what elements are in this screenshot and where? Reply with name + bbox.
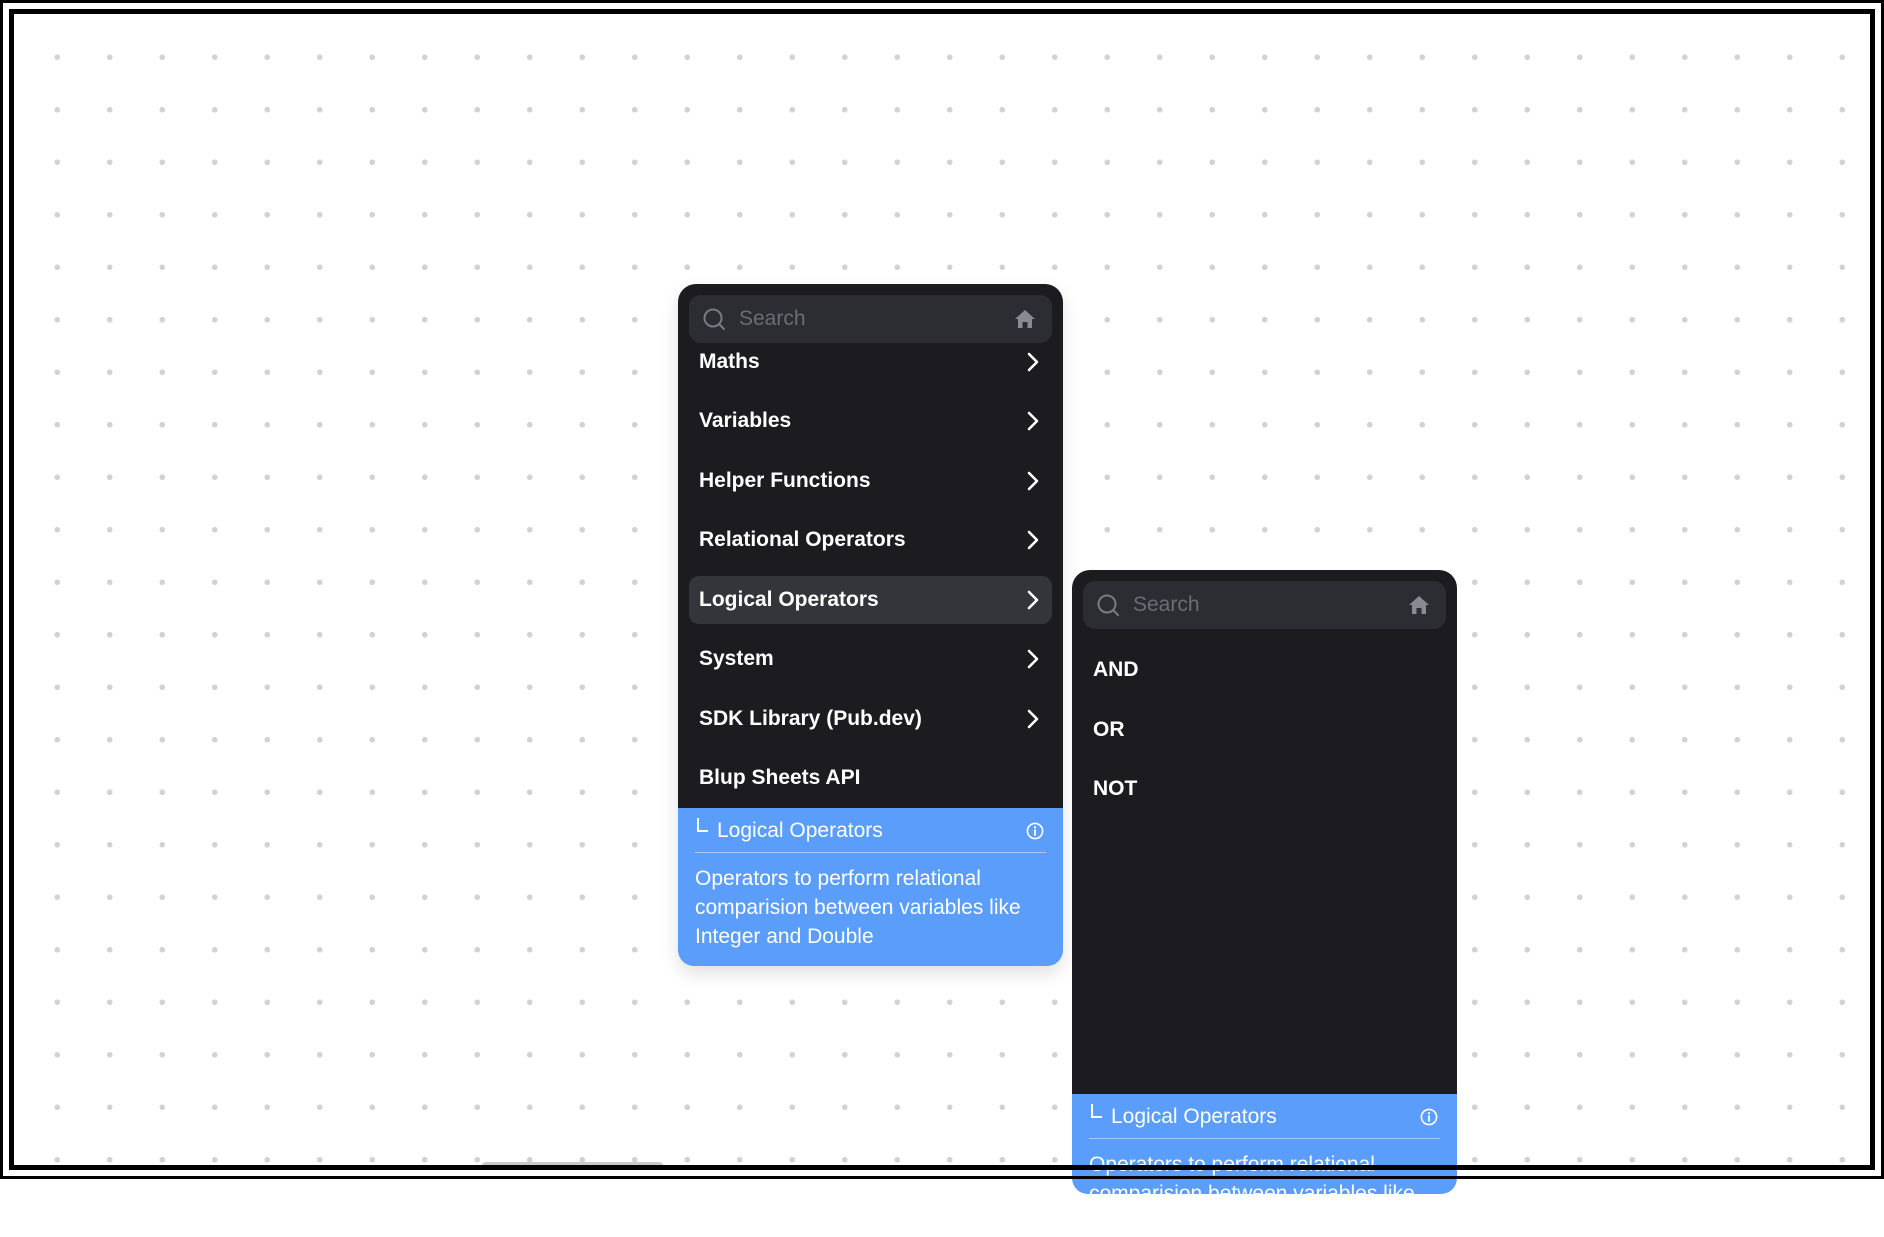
main-search-bar — [689, 295, 1052, 343]
menu-item-maths[interactable]: Maths — [689, 338, 1052, 386]
sub-search-bar — [1083, 581, 1446, 629]
info-card-header: Logical Operators — [695, 808, 1046, 853]
menu-item-label: Helper Functions — [699, 469, 871, 492]
tree-corner-icon — [1091, 1104, 1102, 1118]
menu-item-logical-operators[interactable]: Logical Operators — [689, 576, 1052, 624]
menu-item-label: NOT — [1093, 777, 1138, 800]
info-card-description: Operators to perform relational comparis… — [695, 867, 1021, 948]
menu-item-system[interactable]: System — [689, 635, 1052, 683]
menu-item-label: Relational Operators — [699, 528, 906, 551]
chevron-right-icon — [1027, 709, 1039, 729]
menu-item-blup-sheets-api[interactable]: Blup Sheets API — [689, 754, 1052, 802]
search-icon — [703, 308, 725, 330]
chevron-right-icon — [1027, 530, 1039, 550]
submenu-info-card: Logical Operators Operators to perform r… — [1072, 1094, 1457, 1234]
horizontal-scrollbar[interactable] — [481, 1162, 664, 1165]
chevron-right-icon — [1027, 471, 1039, 491]
menu-item-relational-operators[interactable]: Relational Operators — [689, 516, 1052, 564]
info-card-description: Operators to perform relational comparis… — [1089, 1153, 1415, 1234]
info-card-title: Logical Operators — [1111, 1105, 1277, 1128]
menu-item-label: Blup Sheets API — [699, 766, 861, 789]
search-icon — [1097, 594, 1119, 616]
info-icon[interactable] — [1026, 822, 1044, 840]
menu-item-label: SDK Library (Pub.dev) — [699, 707, 922, 730]
menu-item-or[interactable]: OR — [1083, 706, 1446, 754]
menu-item-not[interactable]: NOT — [1083, 765, 1446, 813]
tree-corner-icon — [697, 818, 708, 832]
menu-item-label: AND — [1093, 658, 1139, 681]
chevron-right-icon — [1027, 649, 1039, 669]
menu-item-label: OR — [1093, 718, 1125, 741]
chevron-right-icon — [1027, 352, 1039, 372]
info-icon[interactable] — [1420, 1108, 1438, 1126]
menu-item-label: System — [699, 647, 774, 670]
chevron-right-icon — [1027, 590, 1039, 610]
info-card-header: Logical Operators — [1089, 1094, 1440, 1139]
menu-item-label: Logical Operators — [699, 588, 879, 611]
category-info-card: Logical Operators Operators to perform r… — [678, 808, 1063, 966]
menu-item-helper-functions[interactable]: Helper Functions — [689, 457, 1052, 505]
home-icon[interactable] — [1408, 595, 1430, 615]
info-card-title: Logical Operators — [717, 819, 883, 842]
home-icon[interactable] — [1014, 309, 1036, 329]
menu-item-label: Variables — [699, 409, 792, 432]
sub-search-input[interactable] — [1133, 581, 1394, 629]
menu-item-variables[interactable]: Variables — [689, 397, 1052, 445]
menu-item-sdk-library[interactable]: SDK Library (Pub.dev) — [689, 695, 1052, 743]
menu-item-label: Maths — [699, 350, 760, 373]
chevron-right-icon — [1027, 411, 1039, 431]
menu-item-and[interactable]: AND — [1083, 646, 1446, 694]
main-search-input[interactable] — [739, 295, 1000, 343]
